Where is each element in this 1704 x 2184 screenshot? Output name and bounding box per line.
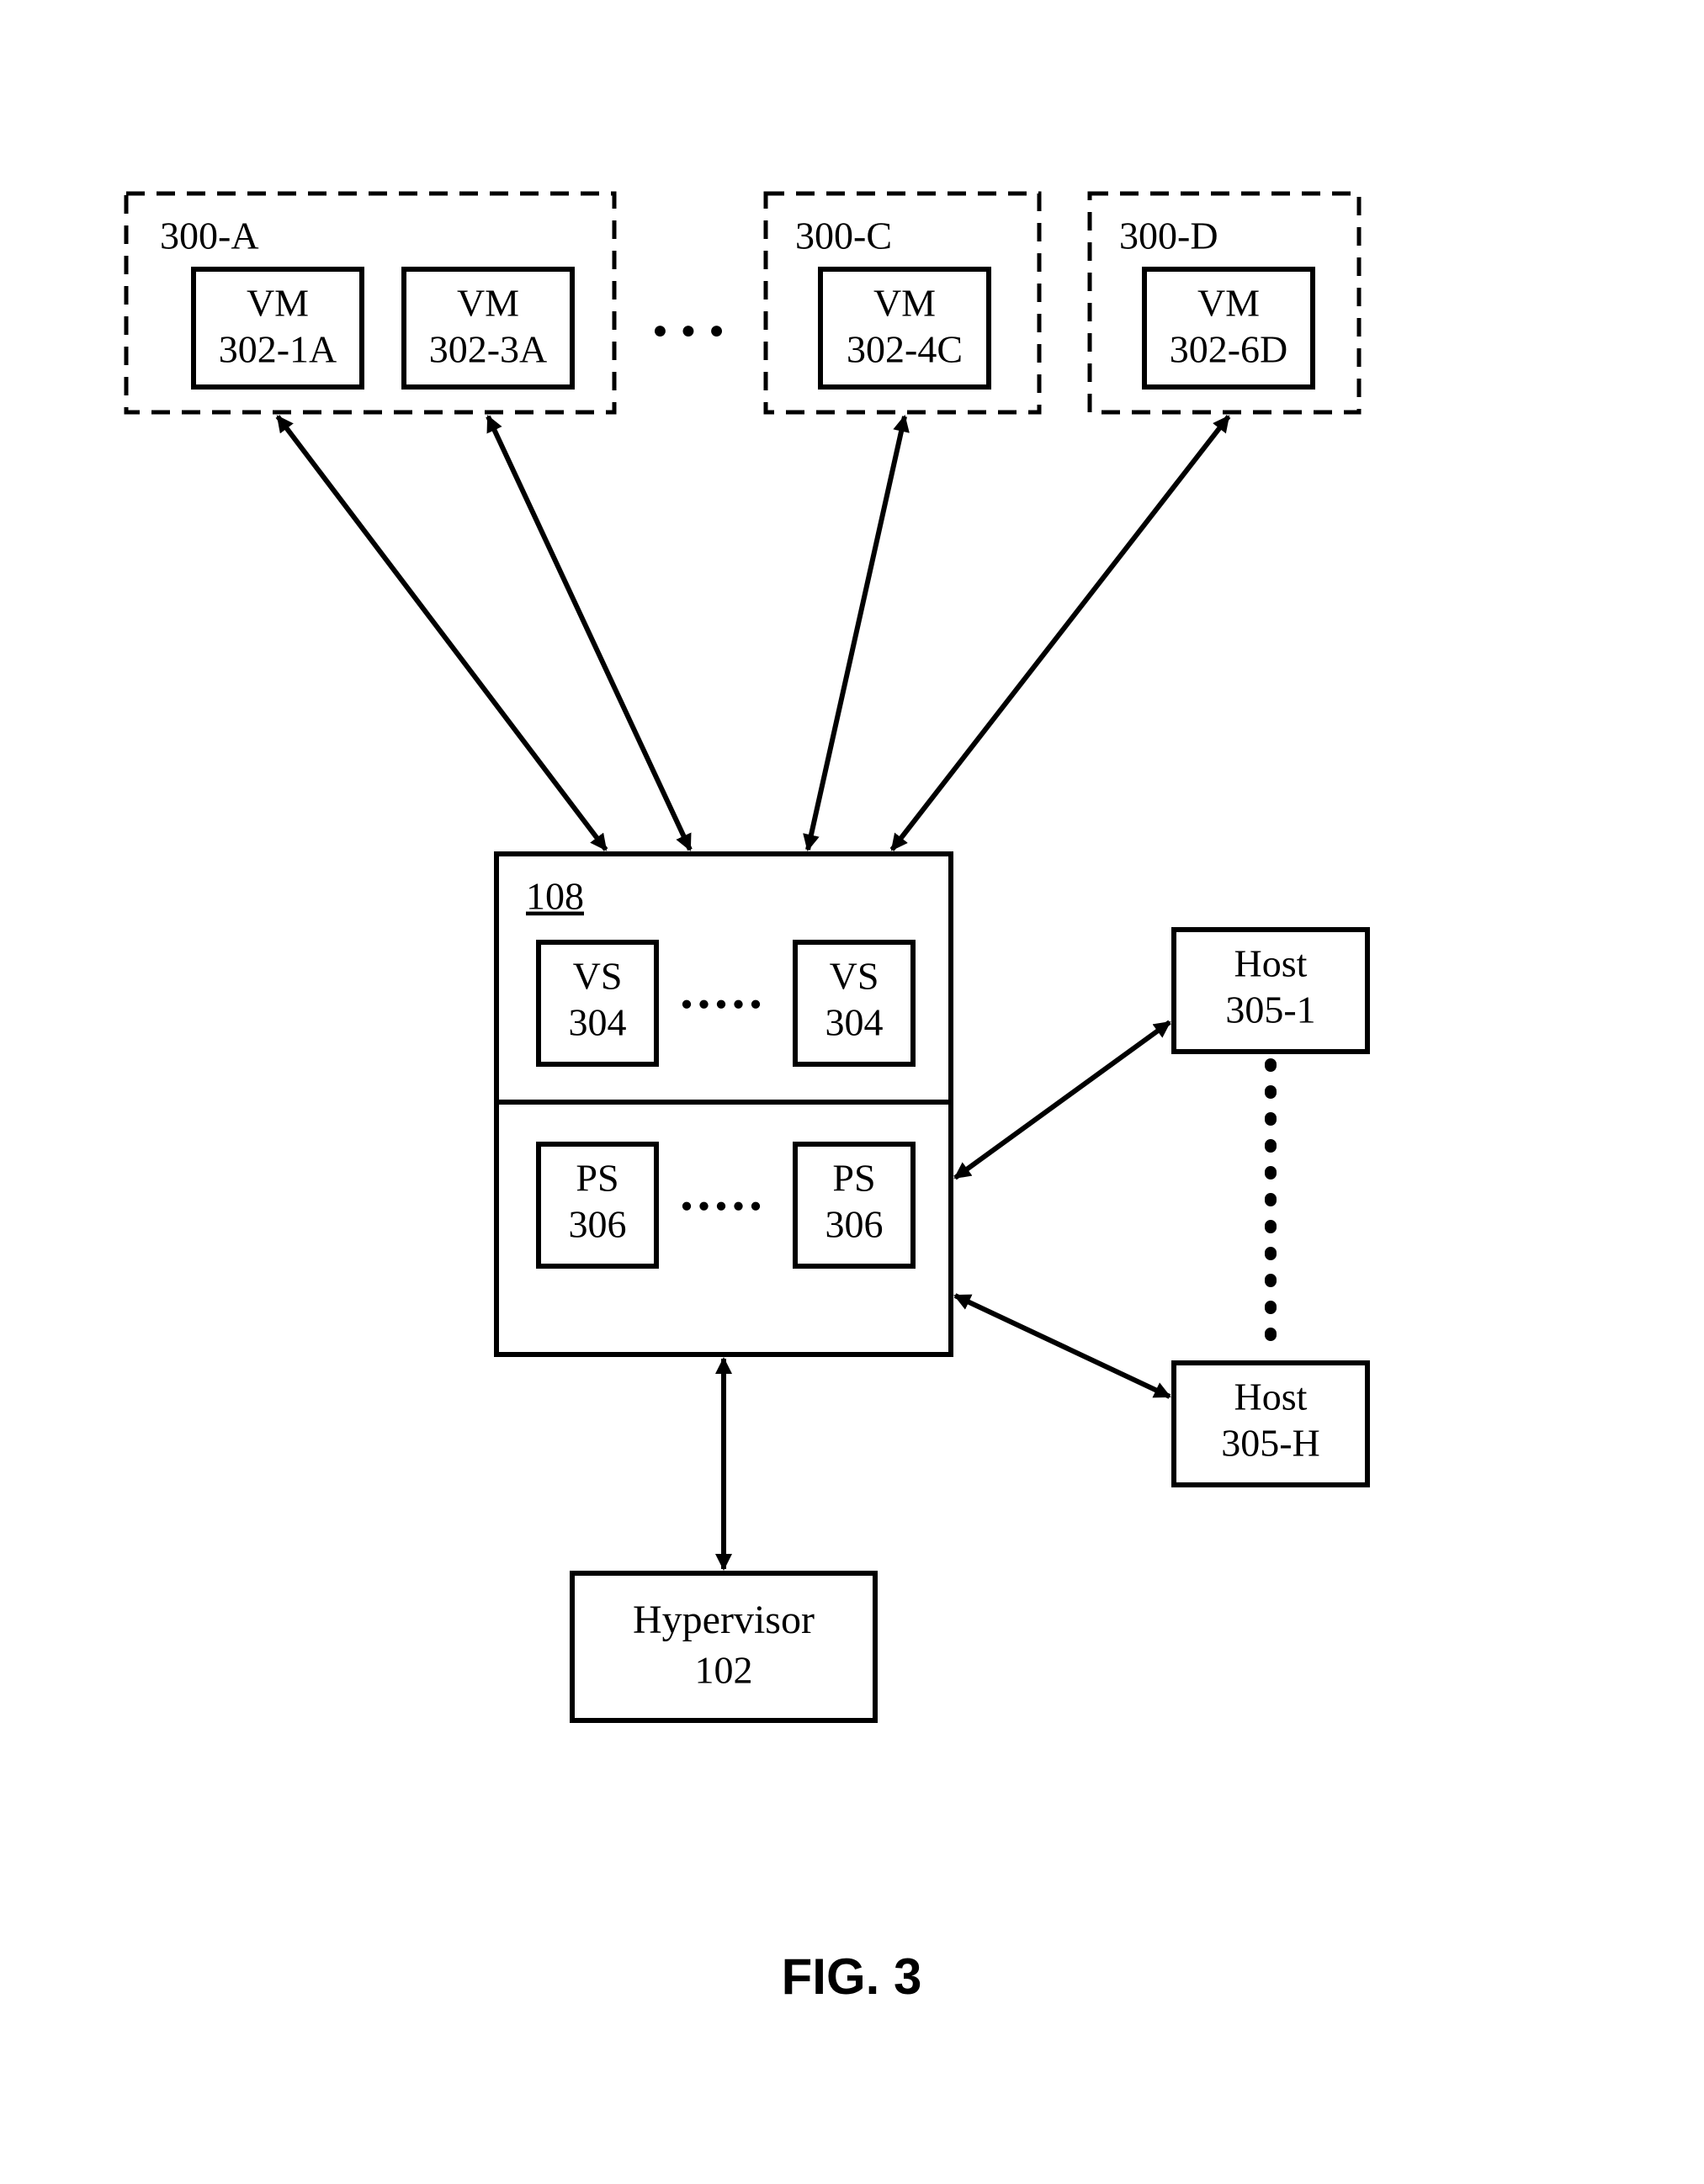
vm-302-3a: VM 302-3A (404, 269, 572, 387)
arrow-vm6d-center (892, 416, 1229, 850)
svg-text:VM: VM (247, 282, 309, 325)
group-300c: 300-C VM 302-4C (766, 193, 1039, 412)
vm-302-6d: VM 302-6D (1144, 269, 1313, 387)
group-300a-label: 300-A (160, 215, 259, 257)
hypervisor-102: Hypervisor 102 (572, 1573, 875, 1720)
vm-302-1a: VM 302-1A (194, 269, 362, 387)
ps-306-1: PS 306 (539, 1144, 656, 1266)
center-108: 108 VS 304 ●●●●● VS 304 PS 306 ●●●●● PS … (496, 854, 951, 1354)
vm-302-4c: VM 302-4C (820, 269, 989, 387)
dots-vs: ●●●●● (681, 994, 767, 1015)
svg-text:Host: Host (1234, 1376, 1308, 1418)
ellipsis-top: ● ● ● (652, 316, 727, 344)
svg-text:302-6D: 302-6D (1170, 328, 1288, 371)
diagram-figure-3: 300-A VM 302-1A VM 302-3A ● ● ● 300-C VM… (0, 0, 1704, 2184)
ps-306-2: PS 306 (795, 1144, 913, 1266)
svg-text:304: 304 (825, 1001, 884, 1044)
svg-text:VS: VS (830, 955, 879, 998)
svg-text:VS: VS (573, 955, 623, 998)
arrow-vm1a-center (278, 416, 606, 850)
svg-text:Host: Host (1234, 942, 1308, 985)
arrow-center-hosth (955, 1296, 1170, 1397)
arrow-center-host1 (955, 1022, 1170, 1178)
svg-text:306: 306 (569, 1203, 627, 1246)
svg-text:302-4C: 302-4C (847, 328, 963, 371)
svg-text:305-H: 305-H (1221, 1422, 1320, 1465)
svg-text:PS: PS (832, 1157, 875, 1200)
svg-text:102: 102 (695, 1649, 753, 1692)
host-305-1: Host 305-1 (1174, 930, 1367, 1052)
svg-text:302-3A: 302-3A (429, 328, 548, 371)
group-300c-label: 300-C (795, 215, 892, 257)
svg-text:304: 304 (569, 1001, 627, 1044)
arrow-vm3a-center (488, 416, 690, 850)
svg-text:305-1: 305-1 (1225, 989, 1315, 1031)
arrow-vm4c-center (808, 416, 905, 850)
svg-text:VM: VM (457, 282, 519, 325)
svg-text:Hypervisor: Hypervisor (633, 1598, 815, 1642)
vs-304-2: VS 304 (795, 942, 913, 1064)
svg-text:306: 306 (825, 1203, 884, 1246)
center-id: 108 (526, 875, 584, 918)
svg-text:PS: PS (576, 1157, 618, 1200)
figure-caption: FIG. 3 (782, 1948, 922, 2005)
svg-text:302-1A: 302-1A (219, 328, 337, 371)
group-300a: 300-A VM 302-1A VM 302-3A (126, 193, 614, 412)
svg-text:VM: VM (1197, 282, 1260, 325)
host-305-h: Host 305-H (1174, 1363, 1367, 1485)
group-300d-label: 300-D (1119, 215, 1218, 257)
dots-ps: ●●●●● (681, 1195, 767, 1217)
group-300d: 300-D VM 302-6D (1090, 193, 1359, 412)
svg-text:VM: VM (873, 282, 936, 325)
vs-304-1: VS 304 (539, 942, 656, 1064)
